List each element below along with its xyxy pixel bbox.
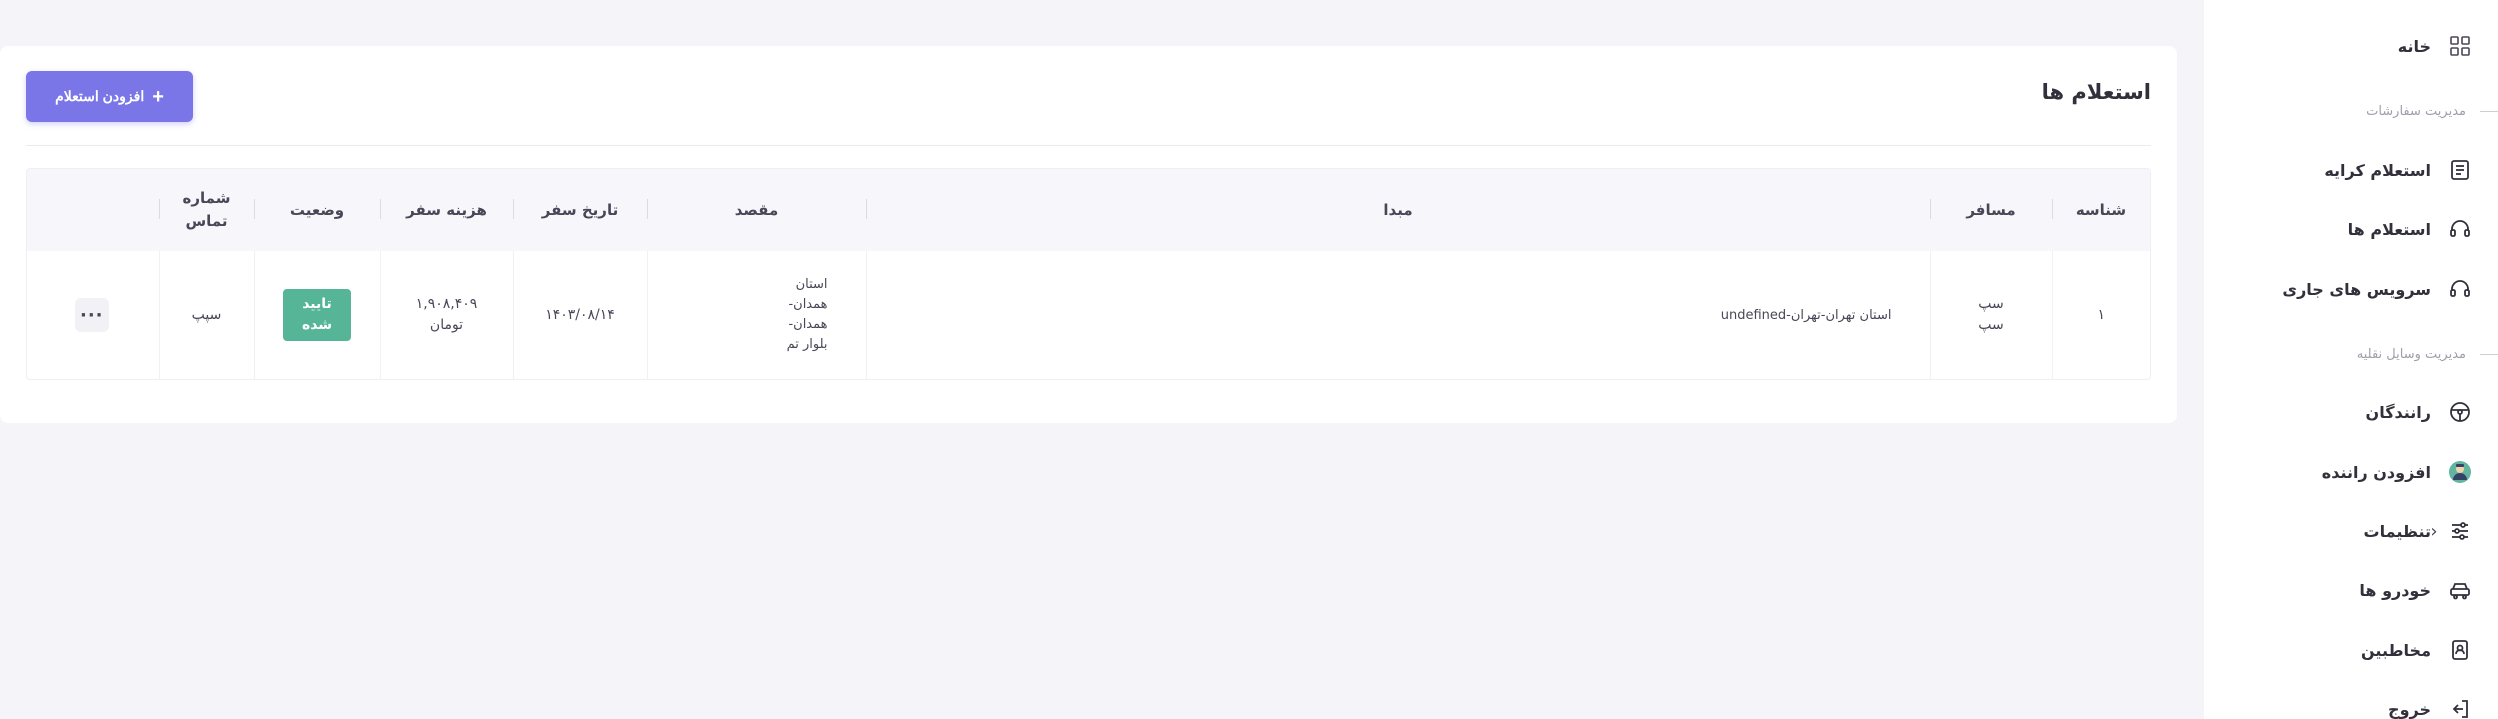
column-header-date: تاریخ سفر [513, 169, 647, 251]
sidebar-item-settings[interactable]: تنظیمات ‹ [2204, 511, 2498, 551]
column-header-cost: هزینه سفر [380, 169, 513, 251]
sidebar-item-home[interactable]: خانه [2204, 26, 2498, 66]
sidebar-item-vehicles[interactable]: خودرو ها [2204, 570, 2498, 610]
section-label: مدیریت وسایل نقلیه [2356, 346, 2466, 362]
headset-icon [2447, 276, 2473, 302]
sidebar-item-label: خانه [2397, 36, 2431, 56]
table-row[interactable]: ۱ سپ سپ استان تهران-تهران-undefined استا… [27, 251, 2150, 379]
contact-book-icon [2447, 637, 2473, 663]
cell-id: ۱ [2051, 251, 2150, 379]
steering-wheel-icon [2447, 399, 2473, 425]
headset-icon [2447, 216, 2473, 242]
cell-actions: ··· [27, 251, 159, 379]
sidebar: خانه مدیریت سفارشات استعلام کرایه استعلا… [2204, 0, 2498, 719]
section-divider [2480, 110, 2498, 112]
header-divider [26, 145, 2151, 146]
sidebar-item-contacts[interactable]: مخاطبین [2204, 630, 2498, 670]
table-header-row: شناسه مسافر مبدا مقصد تاریخ سفر هزینه سف… [27, 169, 2150, 251]
plus-icon: + [152, 85, 164, 108]
sidebar-item-label: سرویس های جاری [2282, 279, 2431, 299]
add-inquiry-label: افزودن استعلام [55, 88, 145, 104]
status-badge: تایید شده [283, 289, 351, 341]
sidebar-item-label: خروج [2388, 699, 2431, 719]
grid-icon [2447, 33, 2473, 59]
chevron-left-icon[interactable]: ‹ [2424, 521, 2444, 542]
column-header-origin: مبدا [866, 169, 1930, 251]
section-header-vehicles: مدیریت وسایل نقلیه [2204, 342, 2498, 366]
column-header-status: وضعیت [254, 169, 380, 251]
sidebar-item-label: استعلام کرایه [2324, 160, 2431, 180]
page-title: استعلام ها [2041, 80, 2151, 104]
column-header-id: شناسه [2052, 169, 2150, 251]
inquiries-card: استعلام ها + افزودن استعلام شناسه مسافر [0, 46, 2177, 423]
section-header-orders: مدیریت سفارشات [2204, 99, 2498, 123]
cell-origin: استان تهران-تهران-undefined [865, 251, 1930, 379]
add-inquiry-button[interactable]: + افزودن استعلام [26, 71, 193, 122]
column-header-passenger: مسافر [1930, 169, 2052, 251]
cell-status: تایید شده [253, 251, 380, 379]
cell-cost: ۱,۹۰۸,۴۰۹ تومان [379, 251, 513, 379]
sidebar-item-active-services[interactable]: سرویس های جاری [2204, 269, 2498, 309]
cell-passenger: سپ سپ [1929, 251, 2052, 379]
section-divider [2480, 353, 2498, 355]
section-label: مدیریت سفارشات [2366, 103, 2466, 119]
sidebar-item-inquiries[interactable]: استعلام ها [2204, 209, 2498, 249]
inquiries-table: شناسه مسافر مبدا مقصد تاریخ سفر هزینه سف… [26, 168, 2151, 380]
sidebar-item-fare-inquiry[interactable]: استعلام کرایه [2204, 150, 2498, 190]
sidebar-item-drivers[interactable]: رانندگان [2204, 392, 2498, 432]
car-icon [2447, 577, 2473, 603]
driver-avatar-icon [2447, 459, 2473, 485]
cell-date: ۱۴۰۳/۰۸/۱۴ [512, 251, 647, 379]
sidebar-item-logout[interactable]: خروج [2204, 689, 2498, 719]
cell-destination: استان همدان- همدان- بلوار تم [646, 251, 866, 379]
sidebar-item-label: افزودن راننده [2321, 462, 2431, 482]
more-actions-button[interactable]: ··· [74, 298, 109, 332]
column-header-phone: شماره تماس [159, 169, 254, 251]
receipt-icon [2447, 157, 2473, 183]
column-header-destination: مقصد [647, 169, 866, 251]
sidebar-item-label: استعلام ها [2347, 219, 2431, 239]
sidebar-item-label: خودرو ها [2359, 580, 2431, 600]
logout-icon [2447, 696, 2473, 719]
sidebar-item-label: تنظیمات [2363, 521, 2431, 541]
column-header-actions [27, 169, 159, 251]
cell-phone: سپپ [158, 251, 254, 379]
sidebar-item-add-driver[interactable]: افزودن راننده [2204, 452, 2498, 492]
sidebar-item-label: مخاطبین [2361, 640, 2431, 660]
sidebar-item-label: رانندگان [2365, 402, 2431, 422]
sliders-icon [2447, 518, 2473, 544]
